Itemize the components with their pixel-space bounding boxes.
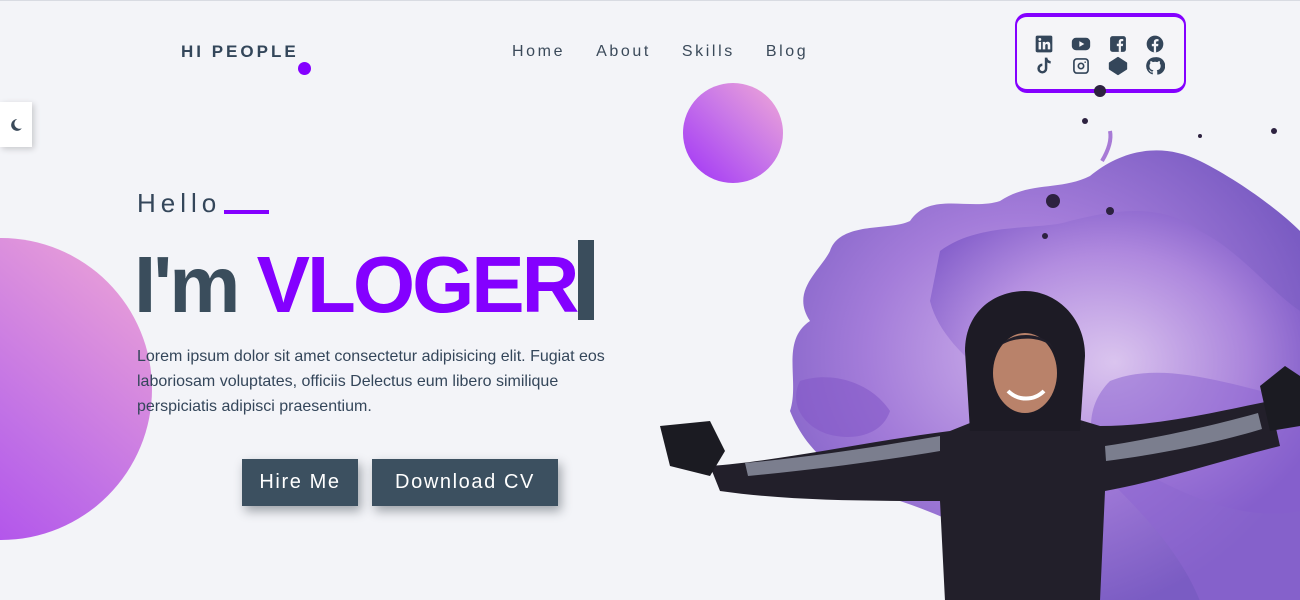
linkedin-icon[interactable]: [1025, 34, 1062, 56]
tiktok-icon[interactable]: [1025, 56, 1062, 78]
decorative-circle-left: [0, 238, 152, 540]
codepen-icon[interactable]: [1100, 56, 1137, 78]
hero-illustration: [660, 85, 1300, 600]
greeting: Hello: [137, 188, 222, 218]
github-icon[interactable]: [1137, 56, 1174, 78]
moon-icon: [11, 118, 22, 131]
hire-me-button[interactable]: Hire Me: [242, 459, 358, 506]
nav-blog[interactable]: Blog: [766, 43, 808, 61]
headline: I'm VLOGER: [134, 237, 595, 333]
brand-logo[interactable]: HI PEOPLE: [181, 42, 299, 62]
theme-toggle-button[interactable]: [0, 102, 32, 147]
main-nav: Home About Skills Blog: [512, 43, 808, 61]
greeting-underline: [224, 210, 269, 214]
download-cv-button[interactable]: Download CV: [372, 459, 558, 506]
facebook-icon[interactable]: [1137, 34, 1174, 56]
facebook-square-icon[interactable]: [1100, 34, 1137, 56]
instagram-icon[interactable]: [1062, 56, 1099, 78]
nav-skills[interactable]: Skills: [682, 43, 735, 61]
nav-home[interactable]: Home: [512, 43, 565, 61]
youtube-icon[interactable]: [1062, 34, 1099, 56]
hero-bio: Lorem ipsum dolor sit amet consectetur a…: [137, 348, 605, 415]
typing-caret: [578, 240, 595, 320]
landing-page: HI PEOPLE Home About Skills Blog Hello I…: [0, 0, 1300, 600]
nav-about[interactable]: About: [596, 43, 651, 61]
headline-accent: VLOGER: [256, 240, 580, 329]
brand-dot: [298, 62, 311, 75]
headline-prefix: I'm: [134, 240, 257, 329]
